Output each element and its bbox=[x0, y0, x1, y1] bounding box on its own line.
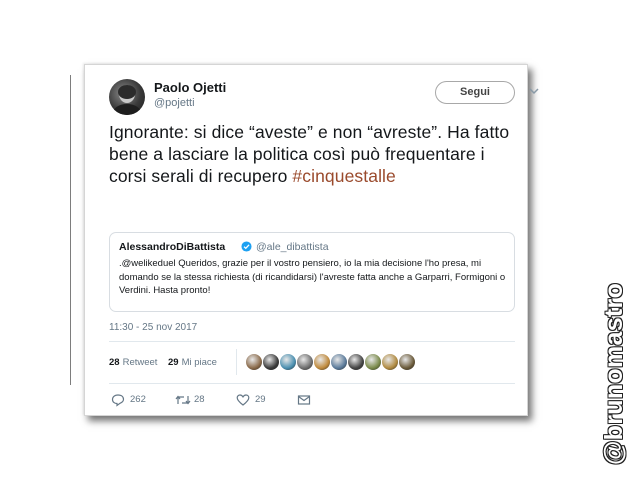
liker-avatar[interactable] bbox=[381, 353, 399, 371]
liker-avatar[interactable] bbox=[296, 353, 314, 371]
hashtag-link[interactable]: #cinquestalle bbox=[292, 166, 395, 186]
author-avatar[interactable] bbox=[109, 79, 145, 115]
liker-avatar[interactable] bbox=[330, 353, 348, 371]
reply-icon bbox=[111, 394, 125, 407]
like-count: 29 bbox=[255, 394, 266, 405]
divider bbox=[109, 383, 515, 384]
follow-button[interactable]: Segui bbox=[435, 81, 515, 104]
chevron-down-icon[interactable] bbox=[529, 86, 539, 96]
liker-avatar[interactable] bbox=[262, 353, 280, 371]
retweet-stat[interactable]: 28 Retweet bbox=[109, 357, 157, 368]
quoted-author-handle: @ale_dibattista bbox=[256, 241, 329, 253]
quoted-tweet[interactable]: AlessandroDiBattista @ale_dibattista .@w… bbox=[109, 232, 515, 312]
tweet-card: Paolo Ojetti @pojetti Segui Ignorante: s… bbox=[84, 64, 539, 416]
liker-avatar[interactable] bbox=[279, 353, 297, 371]
watermark: @brunomastro bbox=[600, 282, 628, 465]
reply-action[interactable]: 262 bbox=[111, 393, 156, 407]
like-action[interactable]: 29 bbox=[236, 393, 276, 407]
like-stat-count: 29 bbox=[168, 357, 179, 368]
left-vertical-rule bbox=[70, 75, 71, 385]
liker-avatar[interactable] bbox=[245, 353, 263, 371]
divider bbox=[109, 341, 515, 342]
verified-badge-icon bbox=[241, 241, 252, 252]
tweet-timestamp[interactable]: 11:30 - 25 nov 2017 bbox=[109, 322, 197, 333]
message-icon bbox=[297, 395, 311, 405]
liker-avatar[interactable] bbox=[347, 353, 365, 371]
retweet-action[interactable]: 28 bbox=[175, 393, 215, 407]
retweet-stat-label: Retweet bbox=[122, 357, 158, 368]
heart-icon bbox=[236, 394, 250, 406]
message-action[interactable] bbox=[297, 393, 313, 407]
like-stat[interactable]: 29 Mi piace bbox=[168, 357, 217, 368]
author-handle[interactable]: @pojetti bbox=[154, 97, 195, 109]
liker-avatar[interactable] bbox=[364, 353, 382, 371]
tweet-text: Ignorante: si dice “aveste” e non “avres… bbox=[109, 121, 519, 187]
retweet-icon bbox=[175, 395, 191, 405]
author-name[interactable]: Paolo Ojetti bbox=[154, 80, 226, 95]
quoted-tweet-text: .@welikeduel Queridos, grazie per il vos… bbox=[119, 258, 506, 296]
reply-count: 262 bbox=[130, 394, 146, 405]
like-stat-label: Mi piace bbox=[181, 357, 217, 368]
liker-avatar[interactable] bbox=[398, 353, 416, 371]
retweet-count: 28 bbox=[194, 394, 205, 405]
quoted-author-name: AlessandroDiBattista bbox=[119, 241, 226, 253]
retweet-stat-count: 28 bbox=[109, 357, 120, 368]
liker-avatar[interactable] bbox=[313, 353, 331, 371]
stat-separator bbox=[236, 349, 237, 375]
